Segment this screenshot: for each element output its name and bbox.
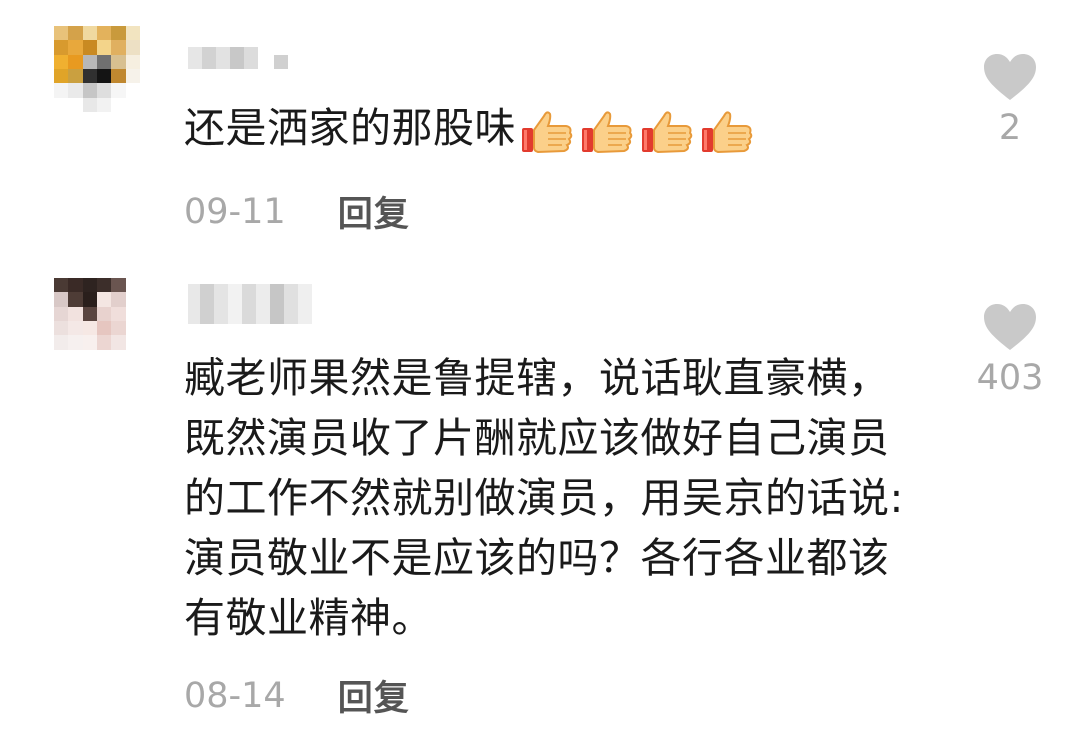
avatar-pixel <box>96 68 112 84</box>
comment-meta: 09-11 回复 <box>184 186 410 237</box>
avatar-pixel <box>68 278 83 293</box>
avatar-pixel <box>125 83 140 98</box>
avatar-pixel <box>68 40 83 55</box>
avatar-pixel <box>68 83 83 98</box>
like-count: 2 <box>998 108 1022 148</box>
username-blurred[interactable] <box>188 284 312 324</box>
avatar-pixel <box>111 83 126 98</box>
avatar-pixel <box>68 349 83 364</box>
avatar-pixel <box>125 335 140 350</box>
thumbs-up-icon <box>582 111 633 154</box>
avatar-pixel <box>125 292 140 307</box>
avatar-pixel <box>125 320 140 336</box>
avatar[interactable] <box>54 278 140 364</box>
like-button[interactable]: 2 <box>970 52 1050 148</box>
avatar-pixel <box>68 292 83 307</box>
avatar-pixel <box>96 292 112 307</box>
like-button[interactable]: 403 <box>970 302 1050 398</box>
heart-icon <box>984 54 1036 100</box>
avatar-pixel <box>68 26 83 41</box>
avatar-pixel <box>96 278 112 293</box>
avatar-pixel <box>111 26 126 41</box>
avatar-pixel <box>68 68 83 84</box>
avatar-pixel <box>54 335 69 350</box>
avatar-pixel <box>68 54 83 69</box>
avatar-pixel <box>125 68 140 84</box>
avatar-pixel <box>68 320 83 336</box>
comment-text-body: 还是洒家的那股味 <box>184 104 516 152</box>
comment-text-body: 臧老师果然是鲁提辖，说话耿直豪横，既然演员收了片酬就应该做好自己演员的工作不然就… <box>184 354 904 642</box>
avatar-pixel <box>111 40 126 55</box>
avatar-pixel <box>82 26 97 41</box>
avatar-pixel <box>54 26 69 41</box>
thumbs-up-icon <box>702 111 753 154</box>
avatar-pixel <box>96 83 112 98</box>
avatar-pixel <box>54 40 69 55</box>
avatar-pixel <box>111 292 126 307</box>
avatar-pixel <box>125 306 140 321</box>
avatar-pixel <box>68 335 83 350</box>
avatar-pixel <box>96 306 112 321</box>
avatar-pixel <box>68 97 83 112</box>
avatar-pixel <box>111 54 126 69</box>
avatar-pixel <box>54 83 69 98</box>
avatar-pixel <box>82 349 97 364</box>
avatar-pixel <box>68 306 83 321</box>
avatar-pixel <box>54 54 69 69</box>
comment-list: 还是洒家的那股味 09-11 回复 2 臧老师果然是鲁提辖，说话耿直豪横，既然演… <box>0 0 1082 742</box>
avatar-pixel <box>125 97 140 112</box>
avatar-pixel <box>96 349 112 364</box>
avatar-pixel <box>111 278 126 293</box>
username-blurred[interactable] <box>188 40 288 76</box>
thumbs-up-icon <box>642 111 693 154</box>
avatar-pixel <box>96 320 112 336</box>
reply-button[interactable]: 回复 <box>338 186 410 237</box>
emoji-group <box>520 108 754 154</box>
comment-text: 还是洒家的那股味 <box>184 98 914 158</box>
avatar-pixel <box>96 54 112 69</box>
avatar-pixel <box>54 349 69 364</box>
avatar-pixel <box>82 335 97 350</box>
avatar-pixel <box>54 320 69 336</box>
avatar-pixel <box>54 306 69 321</box>
avatar-pixel <box>111 306 126 321</box>
avatar-pixel <box>82 40 97 55</box>
avatar-pixel <box>125 40 140 55</box>
avatar-pixel <box>82 306 97 321</box>
avatar-pixel <box>111 97 126 112</box>
thumbs-up-icon <box>522 111 573 154</box>
comment-date: 08-14 <box>184 675 286 716</box>
avatar-pixel <box>111 320 126 336</box>
avatar-pixel <box>125 349 140 364</box>
avatar-pixel <box>111 68 126 84</box>
avatar-pixel <box>96 26 112 41</box>
avatar-pixel <box>96 40 112 55</box>
avatar-pixel <box>82 68 97 84</box>
comment-date: 09-11 <box>184 191 286 232</box>
avatar-pixel <box>111 349 126 364</box>
avatar-pixel <box>82 292 97 307</box>
avatar-pixel <box>82 278 97 293</box>
like-count: 403 <box>976 358 1044 398</box>
avatar-pixel <box>96 335 112 350</box>
avatar-pixel <box>54 97 69 112</box>
avatar-pixel <box>82 320 97 336</box>
avatar-pixel <box>54 292 69 307</box>
avatar-pixel <box>125 26 140 41</box>
avatar[interactable] <box>54 26 140 112</box>
avatar-pixel <box>54 68 69 84</box>
avatar-pixel <box>82 54 97 69</box>
comment-text: 臧老师果然是鲁提辖，说话耿直豪横，既然演员收了片酬就应该做好自己演员的工作不然就… <box>184 348 914 648</box>
avatar-pixel <box>82 97 97 112</box>
avatar-pixel <box>111 335 126 350</box>
comment-meta: 08-14 回复 <box>184 670 410 721</box>
avatar-pixel <box>96 97 112 112</box>
avatar-pixel <box>125 54 140 69</box>
avatar-pixel <box>54 278 69 293</box>
reply-button[interactable]: 回复 <box>338 670 410 721</box>
heart-icon <box>984 304 1036 350</box>
avatar-pixel <box>82 83 97 98</box>
avatar-pixel <box>125 278 140 293</box>
